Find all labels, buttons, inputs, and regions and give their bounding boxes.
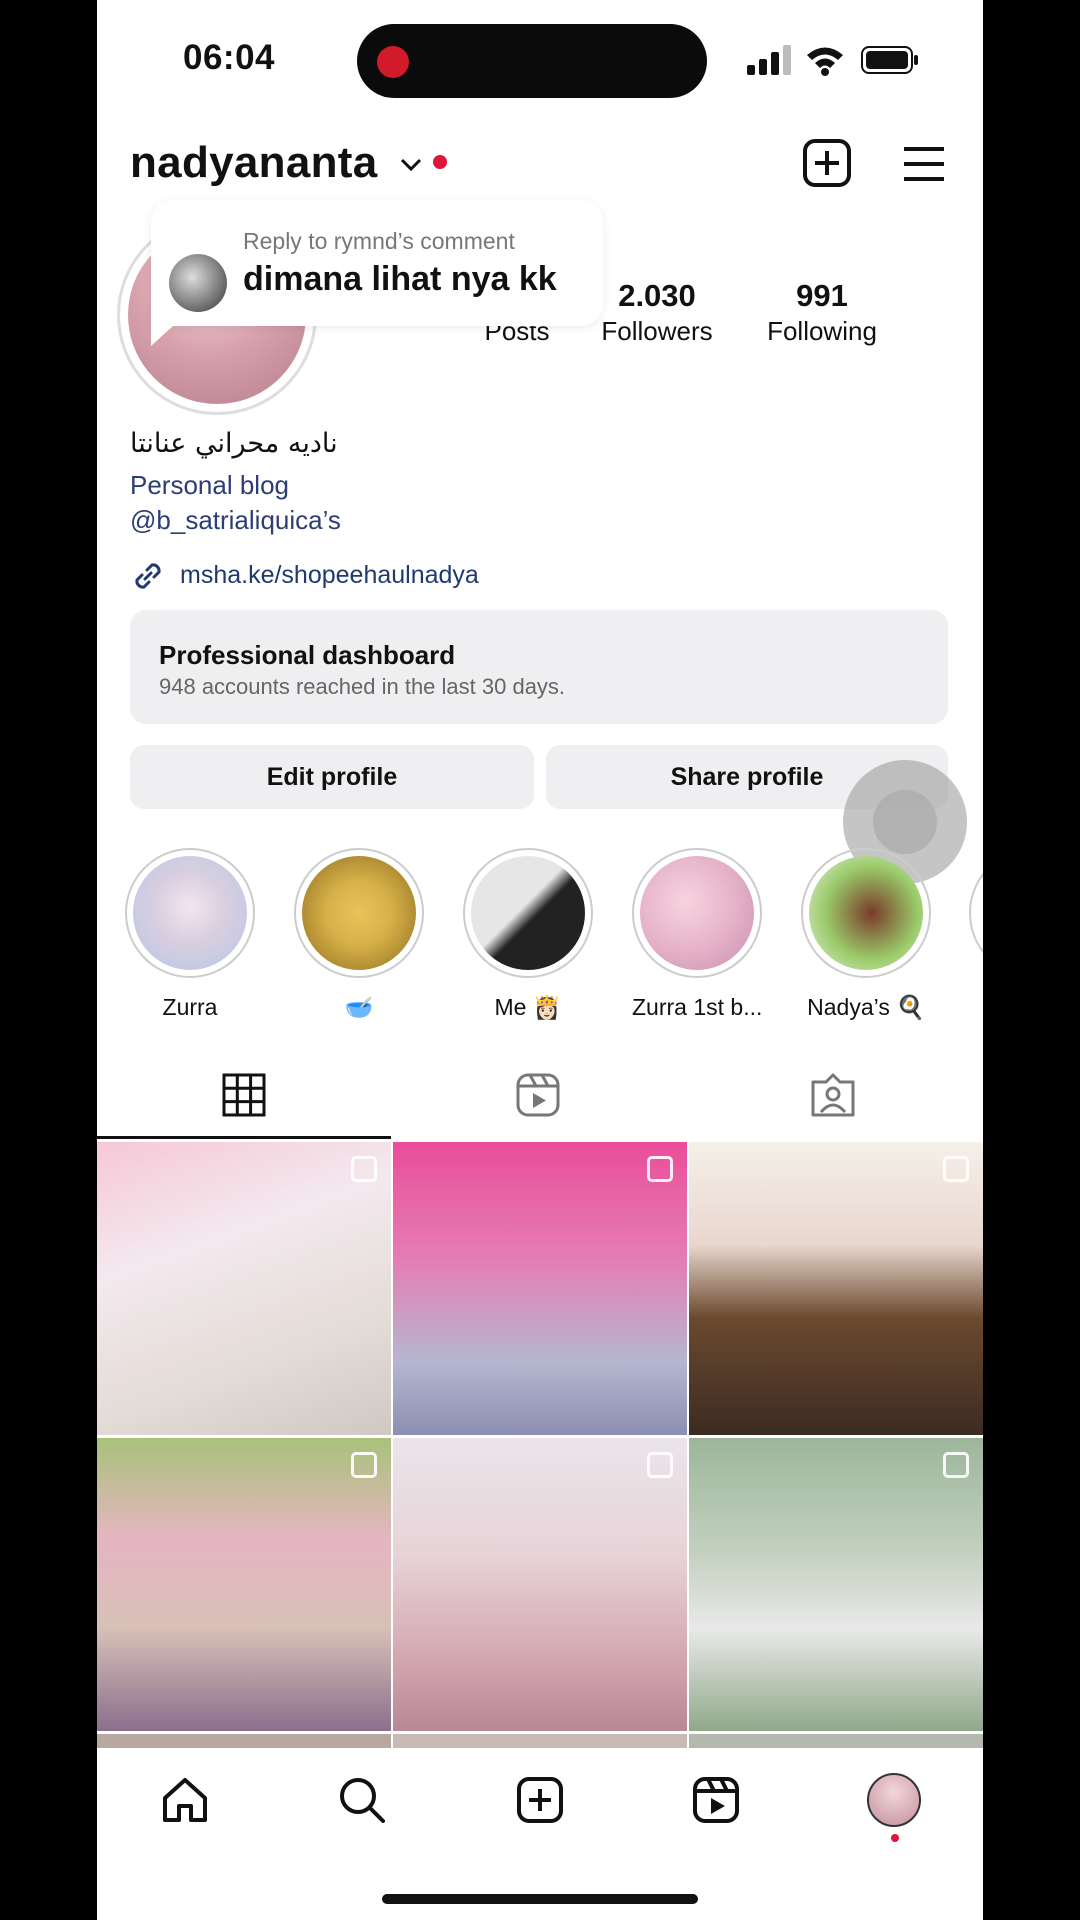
multi-photo-icon — [351, 1452, 377, 1478]
multi-photo-icon — [351, 1156, 377, 1182]
link-icon — [135, 563, 161, 589]
multi-photo-icon — [647, 1156, 673, 1182]
menu-icon[interactable] — [902, 146, 946, 182]
post-thumbnail[interactable] — [689, 1142, 983, 1435]
highlight-label: Zurra 1st b... — [632, 994, 763, 1020]
profile-username[interactable]: nadyananta — [130, 138, 378, 188]
following-count: 991 — [796, 278, 848, 313]
highlight-ring — [463, 848, 593, 978]
search-icon[interactable] — [338, 1776, 386, 1824]
battery-icon — [861, 46, 918, 74]
highlight-item[interactable]: Zurra — [125, 848, 255, 1021]
highlight-label: Zurra — [162, 994, 218, 1020]
highlight-label: Nadya’s 🍳 — [807, 994, 925, 1020]
create-icon[interactable] — [516, 1776, 564, 1824]
active-tab-indicator — [97, 1136, 391, 1139]
highlight-label: 🥣 — [344, 994, 374, 1020]
highlight-item[interactable]: Me 👸🏻 — [463, 848, 593, 1021]
reply-comment-banner[interactable]: Reply to rymnd’s comment dimana lihat ny… — [151, 200, 603, 346]
highlight-ring — [632, 848, 762, 978]
reels-tab-icon[interactable] — [515, 1072, 561, 1118]
highlight-cover — [302, 856, 416, 970]
followers-label: Followers — [601, 316, 713, 346]
profile-tab-avatar[interactable] — [867, 1773, 921, 1827]
followers-stat[interactable]: 2.030 Followers — [592, 278, 722, 347]
home-icon[interactable] — [161, 1776, 209, 1824]
bio-category: Personal blog — [130, 470, 289, 500]
reels-icon[interactable] — [692, 1776, 740, 1824]
following-stat[interactable]: 991 Following — [757, 278, 887, 347]
phone-screen: 06:04 nadyananta 2 Posts 2. — [97, 0, 983, 1920]
create-post-icon[interactable] — [802, 138, 852, 188]
tagged-tab-icon[interactable] — [810, 1072, 856, 1118]
chevron-down-icon[interactable] — [399, 152, 423, 176]
multi-photo-icon — [647, 1452, 673, 1478]
highlight-label: Me 👸🏻 — [494, 994, 562, 1020]
following-label: Following — [767, 316, 877, 346]
highlight-ring — [294, 848, 424, 978]
highlight-item[interactable]: Zurra 1st b... — [632, 848, 762, 1021]
edit-profile-button[interactable]: Edit profile — [130, 745, 534, 809]
highlight-ring — [125, 848, 255, 978]
followers-count: 2.030 — [618, 278, 696, 313]
highlight-item-partial[interactable] — [969, 848, 983, 978]
bio-display-name: ناديه محراني عنانتا — [130, 428, 338, 459]
dashboard-title: Professional dashboard — [159, 640, 456, 670]
status-time: 06:04 — [183, 38, 276, 77]
post-thumbnail[interactable] — [97, 1142, 391, 1435]
recording-indicator — [377, 46, 409, 78]
professional-dashboard-card[interactable]: Professional dashboard 948 accounts reac… — [130, 610, 948, 724]
post-thumbnail[interactable] — [97, 1438, 391, 1731]
reply-banner-title: Reply to rymnd’s comment — [243, 228, 515, 254]
home-indicator — [382, 1894, 698, 1904]
dynamic-island — [357, 24, 707, 98]
highlight-cover — [640, 856, 754, 970]
bio-mention-link[interactable]: @b_satrialiquica’s — [130, 505, 341, 536]
highlight-cover — [471, 856, 585, 970]
grid-tab-icon[interactable] — [221, 1072, 267, 1118]
multi-photo-icon — [943, 1156, 969, 1182]
highlight-cover — [809, 856, 923, 970]
post-thumbnail[interactable] — [393, 1142, 687, 1435]
wifi-icon — [807, 47, 843, 76]
highlight-ring — [801, 848, 931, 978]
highlight-item[interactable]: Nadya’s 🍳 — [801, 848, 931, 1021]
post-thumbnail[interactable] — [393, 1438, 687, 1731]
reply-banner-comment: dimana lihat nya kk — [243, 260, 557, 298]
highlight-item[interactable]: 🥣 — [294, 848, 424, 1021]
account-notification-dot — [433, 155, 447, 169]
commenter-avatar — [169, 254, 227, 312]
cellular-signal-icon — [747, 45, 791, 75]
highlight-cover — [133, 856, 247, 970]
bio-website-link[interactable]: msha.ke/shopeehaulnadya — [180, 561, 479, 590]
profile-notification-dot — [891, 1834, 899, 1842]
post-thumbnail[interactable] — [689, 1438, 983, 1731]
dashboard-subtitle: 948 accounts reached in the last 30 days… — [159, 674, 566, 699]
multi-photo-icon — [943, 1452, 969, 1478]
